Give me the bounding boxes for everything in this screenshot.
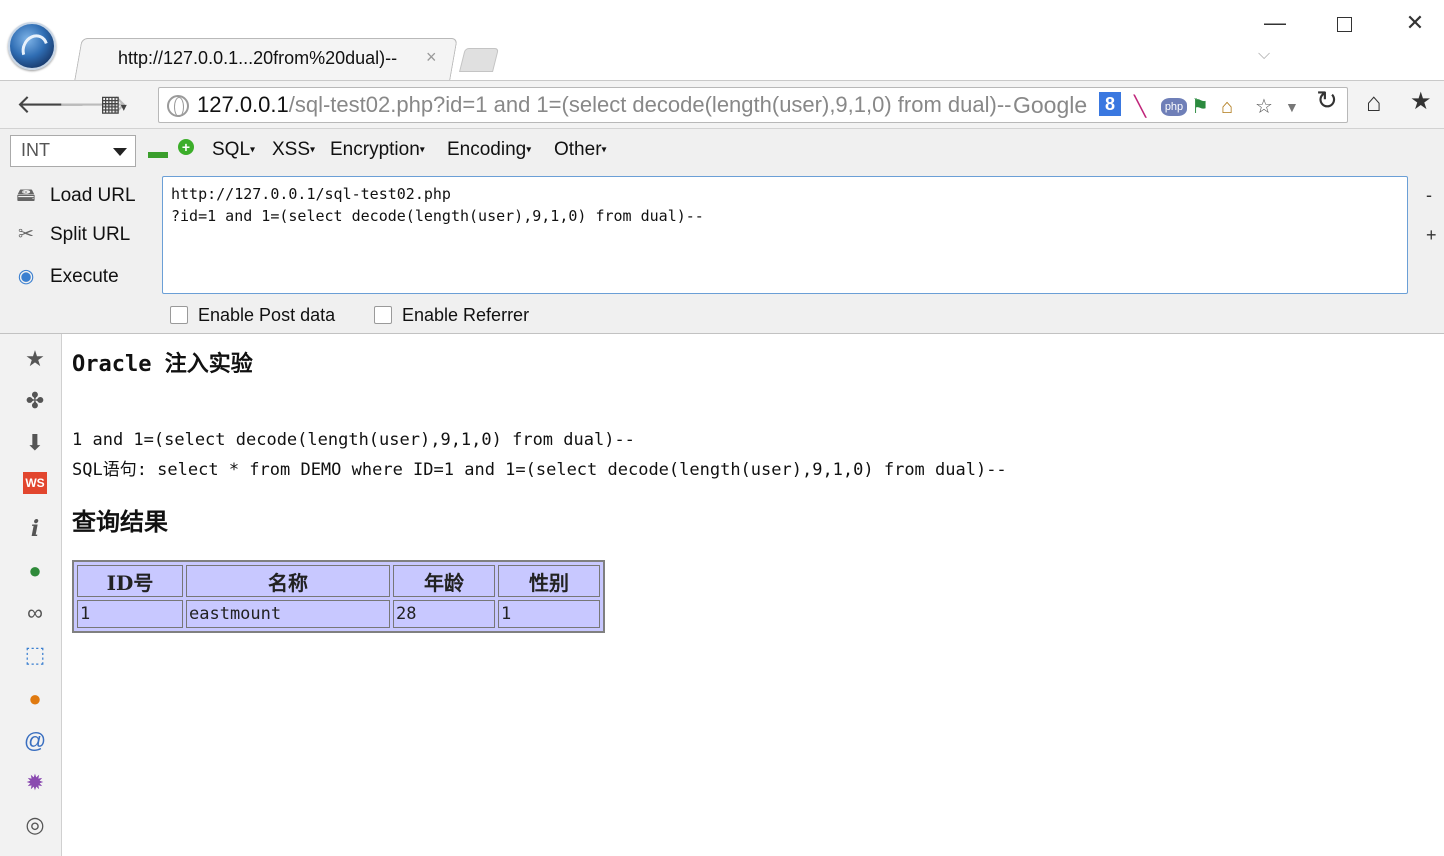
menu-xss[interactable]: XSS▾ bbox=[272, 139, 315, 161]
column-header-id: ID号 bbox=[77, 565, 183, 597]
puzzle-icon[interactable]: ✤ bbox=[20, 386, 50, 416]
url-textarea[interactable]: http://127.0.0.1/sql-test02.php ?id=1 an… bbox=[162, 176, 1408, 294]
enable-post-label: Enable Post data bbox=[198, 305, 336, 325]
menu-sql-label: SQL bbox=[212, 139, 251, 160]
menu-other[interactable]: Other▾ bbox=[554, 139, 607, 161]
navigation-toolbar: 🡐 🡒 ▦▾ 127.0.0.1/sql-test02.php?id=1 and… bbox=[0, 80, 1444, 128]
sql-statement-line: SQL语句: select * from DEMO where ID=1 and… bbox=[72, 460, 1007, 480]
load-url-button[interactable]: 🖴 Load URL bbox=[12, 181, 136, 211]
table-row: 1 eastmount 28 1 bbox=[77, 600, 600, 628]
new-tab-button[interactable] bbox=[459, 48, 499, 72]
referrer-checkbox-box[interactable] bbox=[374, 306, 392, 324]
cell-id: 1 bbox=[77, 600, 183, 628]
increase-icon[interactable]: + bbox=[178, 139, 194, 155]
left-toolbar: ★ ✤ ⬇ WS i ● ∞ ⬚ ● @ ✹ ◎ bbox=[0, 334, 62, 856]
enable-post-checkbox[interactable]: Enable Post data bbox=[170, 305, 335, 326]
expand-textarea-button[interactable]: + bbox=[1426, 225, 1437, 246]
title-bar: http://127.0.0.1...20from%20dual)-- × — … bbox=[0, 0, 1444, 80]
result-table: ID号 名称 年龄 性别 1 eastmount 28 1 bbox=[72, 560, 605, 633]
decrease-icon[interactable]: ▬ bbox=[148, 141, 168, 164]
star-icon[interactable]: ★ bbox=[20, 344, 50, 374]
info-icon[interactable]: i bbox=[20, 514, 50, 544]
cursor-select-icon[interactable]: ⬚ bbox=[20, 640, 50, 670]
address-bar[interactable]: 127.0.0.1/sql-test02.php?id=1 and 1=(sel… bbox=[158, 87, 1348, 123]
tab-list-chevron-icon[interactable]: ⌵ bbox=[1258, 46, 1270, 64]
maximize-icon bbox=[1336, 16, 1352, 32]
search-engine-label: Google bbox=[1013, 92, 1088, 118]
php-extension-icon[interactable]: php bbox=[1161, 98, 1187, 116]
int-type-select[interactable]: INT bbox=[10, 135, 136, 167]
maximize-button[interactable] bbox=[1321, 8, 1367, 38]
bookmarks-star-icon[interactable]: ★ bbox=[1410, 87, 1432, 116]
enable-referrer-checkbox[interactable]: Enable Referrer bbox=[374, 305, 529, 326]
load-url-label: Load URL bbox=[50, 185, 136, 206]
scissors-icon: ✂ bbox=[18, 224, 34, 245]
home-extension-icon[interactable]: ⌂ bbox=[1221, 96, 1233, 118]
column-header-name: 名称 bbox=[186, 565, 390, 597]
minimize-button[interactable]: — bbox=[1252, 8, 1298, 38]
column-header-gender: 性别 bbox=[498, 565, 600, 597]
url-dropdown-icon[interactable]: ▼ bbox=[1285, 96, 1299, 118]
green-ball-icon[interactable]: ● bbox=[20, 556, 50, 586]
execute-label: Execute bbox=[50, 266, 119, 287]
menu-other-label: Other bbox=[554, 139, 602, 160]
shrink-textarea-button[interactable]: - bbox=[1426, 185, 1432, 206]
cell-name: eastmount bbox=[186, 600, 390, 628]
home-icon[interactable]: ⌂ bbox=[1366, 87, 1382, 118]
bookmark-star-icon[interactable]: ☆ bbox=[1255, 96, 1273, 118]
split-url-label: Split URL bbox=[50, 224, 131, 245]
browser-logo-icon[interactable] bbox=[8, 22, 56, 70]
close-window-button[interactable]: ✕ bbox=[1392, 8, 1438, 38]
page-content: Oracle 注入实验 1 and 1=(select decode(lengt… bbox=[62, 334, 1444, 856]
menu-encryption[interactable]: Encryption▾ bbox=[330, 139, 425, 161]
table-header-row: ID号 名称 年龄 性别 bbox=[77, 565, 600, 597]
windows-flag-icon[interactable]: ⚑ bbox=[1191, 96, 1209, 118]
url-host: 127.0.0.1 bbox=[197, 92, 289, 117]
feather-extension-icon[interactable]: ╲ bbox=[1134, 96, 1146, 118]
download-arrow-icon[interactable]: ⬇ bbox=[20, 428, 50, 458]
split-url-button[interactable]: ✂ Split URL bbox=[12, 223, 130, 253]
param-line: 1 and 1=(select decode(length(user),9,1,… bbox=[72, 430, 635, 450]
tab-close-icon[interactable]: × bbox=[426, 47, 437, 68]
result-heading: 查询结果 bbox=[72, 509, 168, 536]
menu-sql[interactable]: SQL▾ bbox=[212, 139, 255, 161]
purple-bug-icon[interactable]: ✹ bbox=[20, 768, 50, 798]
column-header-age: 年龄 bbox=[393, 565, 495, 597]
tab-title[interactable]: http://127.0.0.1...20from%20dual)-- bbox=[118, 48, 397, 69]
site-identity-globe-icon[interactable] bbox=[167, 95, 189, 117]
chain-link-icon[interactable]: ∞ bbox=[20, 598, 50, 628]
execute-button[interactable]: ◉ Execute bbox=[12, 265, 119, 295]
ws-icon[interactable]: WS bbox=[23, 472, 47, 494]
cell-gender: 1 bbox=[498, 600, 600, 628]
search-engine-badge-icon[interactable]: 8 bbox=[1099, 92, 1121, 116]
execute-play-icon: ◉ bbox=[17, 266, 35, 287]
post-checkbox-box[interactable] bbox=[170, 306, 188, 324]
cell-age: 28 bbox=[393, 600, 495, 628]
swirl-icon[interactable]: @ bbox=[20, 726, 50, 756]
menu-xss-label: XSS bbox=[272, 139, 311, 160]
hackbar-panel: INT ▬ + SQL▾ XSS▾ Encryption▾ Encoding▾ … bbox=[0, 128, 1444, 334]
int-select-value: INT bbox=[21, 140, 50, 160]
menu-encoding-label: Encoding bbox=[447, 139, 527, 160]
menu-encryption-label: Encryption bbox=[330, 139, 420, 160]
menu-encoding[interactable]: Encoding▾ bbox=[447, 139, 531, 161]
page-title: Oracle 注入实验 bbox=[72, 352, 253, 377]
history-menu-icon[interactable]: ▦▾ bbox=[100, 87, 127, 124]
reload-icon[interactable]: ↻ bbox=[1316, 85, 1338, 116]
load-url-icon: 🖴 bbox=[16, 185, 36, 206]
palette-icon[interactable]: ◎ bbox=[20, 810, 50, 840]
url-path: /sql-test02.php?id=1 and 1=(select decod… bbox=[288, 92, 1012, 117]
enable-referrer-label: Enable Referrer bbox=[402, 305, 530, 325]
orange-l-icon[interactable]: ● bbox=[20, 684, 50, 714]
select-arrow-icon bbox=[113, 148, 127, 156]
